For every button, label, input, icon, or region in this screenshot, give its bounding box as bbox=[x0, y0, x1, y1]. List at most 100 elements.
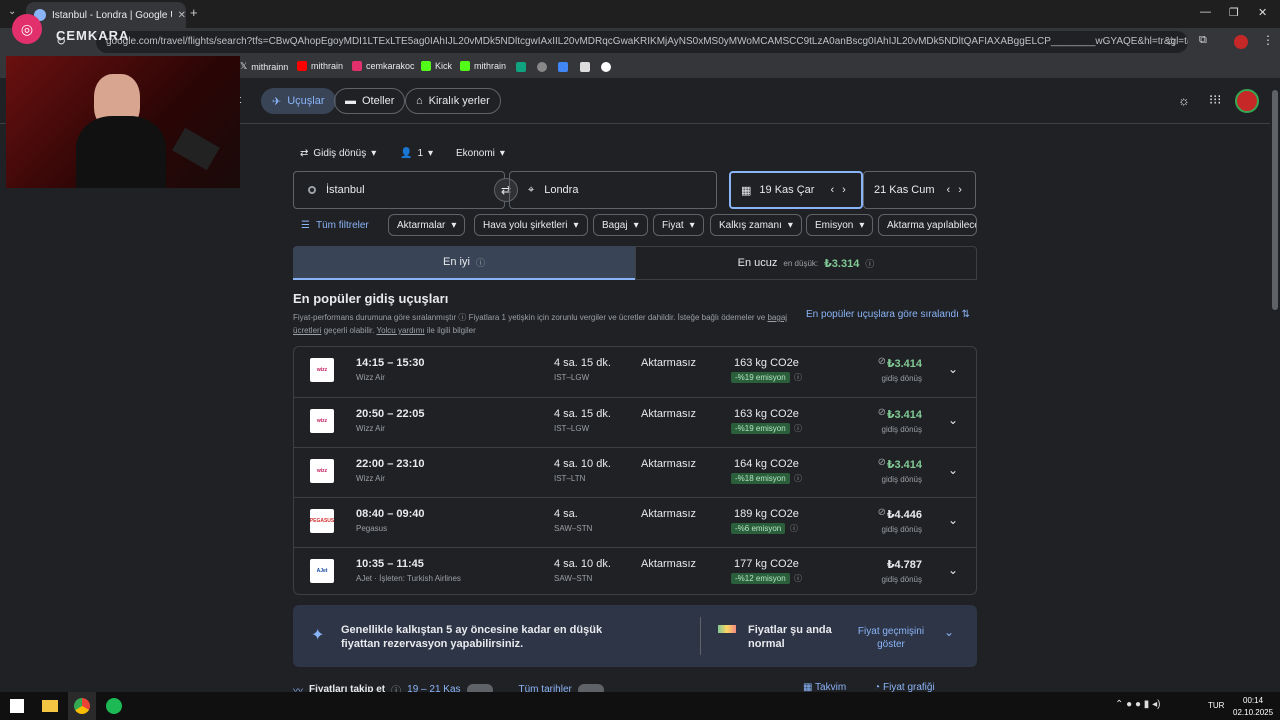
flight-row[interactable]: wizz 14:15 – 15:30 Wizz Air 4 sa. 15 dk.… bbox=[294, 347, 976, 397]
filter-chip-stops[interactable]: Aktarmalar ▾ bbox=[388, 214, 466, 236]
note-text: Fiyat-performans durumuna göre sıralanmı… bbox=[293, 313, 457, 322]
tab-rentals[interactable]: ⌂ Kiralık yerler bbox=[405, 88, 501, 114]
info-icon[interactable]: ⓘ bbox=[794, 573, 802, 584]
gemini-bookmark-icon[interactable] bbox=[558, 62, 568, 72]
page-scrollbar[interactable] bbox=[1272, 90, 1278, 310]
url-text: google.com/travel/flights/search?tfs=CBw… bbox=[106, 36, 1188, 47]
minimize-icon[interactable]: — bbox=[1200, 6, 1211, 18]
flight-row[interactable]: wizz 22:00 – 23:10 Wizz Air 4 sa. 10 dk.… bbox=[294, 447, 976, 497]
info-icon[interactable]: ⓘ bbox=[794, 423, 802, 434]
passenger-help-link[interactable]: Yolcu yardımı bbox=[376, 326, 424, 335]
cabin-select[interactable]: Ekonomi ▾ bbox=[456, 148, 505, 159]
account-avatar[interactable] bbox=[1235, 89, 1259, 113]
extensions-icon[interactable]: ⧉ bbox=[1199, 34, 1207, 47]
bookmark-label: cemkarakoc bbox=[366, 61, 415, 71]
google-bookmark-icon[interactable] bbox=[601, 62, 611, 72]
expand-chevron-icon[interactable]: ⌄ bbox=[948, 413, 958, 427]
info-icon[interactable]: ⓘ bbox=[794, 473, 802, 484]
info-icon[interactable]: ⓘ bbox=[458, 313, 466, 322]
bookmark-instagram-cemkarakoc[interactable]: cemkarakoc bbox=[352, 61, 415, 71]
chip-label: Hava yolu şirketleri bbox=[483, 219, 568, 231]
expand-chevron-icon[interactable]: ⌄ bbox=[944, 625, 954, 639]
file-explorer-icon[interactable] bbox=[42, 700, 58, 712]
flight-stops: Aktarmasız bbox=[641, 558, 697, 570]
origin-field[interactable]: İstanbul bbox=[293, 171, 505, 209]
info-icon[interactable]: ⓘ bbox=[865, 257, 874, 270]
profile-avatar[interactable] bbox=[1234, 35, 1248, 49]
filter-chip-airlines[interactable]: Hava yolu şirketleri ▾ bbox=[474, 214, 588, 236]
bookmark-star-icon[interactable]: ☆ bbox=[1166, 34, 1177, 48]
flight-row[interactable]: wizz 20:50 – 22:05 Wizz Air 4 sa. 15 dk.… bbox=[294, 397, 976, 447]
theme-sun-icon[interactable]: ☼ bbox=[1178, 93, 1190, 108]
tab-hotels[interactable]: ▬ Oteller bbox=[334, 88, 406, 114]
expand-chevron-icon[interactable]: ⌄ bbox=[948, 362, 958, 376]
tray-icons[interactable]: ⌃ ● ● ▮ ◂) bbox=[1115, 699, 1160, 710]
sort-tab-cheapest[interactable]: En ucuz en düşük: ₺3.314 ⓘ bbox=[635, 246, 977, 280]
next-date-icon[interactable]: › bbox=[958, 184, 962, 196]
price-history-link[interactable]: Fiyat geçmişini göster bbox=[853, 625, 929, 651]
location-pin-icon: ⌖ bbox=[528, 183, 535, 196]
address-bar[interactable]: google.com/travel/flights/search?tfs=CBw… bbox=[96, 31, 1188, 53]
browser-toolbar: ↻ google.com/travel/flights/search?tfs=C… bbox=[0, 28, 1280, 56]
trip-type-select[interactable]: ⇄ Gidiş dönüş ▾ bbox=[300, 148, 376, 159]
tab-flights[interactable]: ✈ Uçuşlar bbox=[261, 88, 336, 114]
filter-chip-times[interactable]: Kalkış zamanı ▾ bbox=[710, 214, 802, 236]
apps-grid-icon[interactable]: ⁝⁝⁝ bbox=[1209, 92, 1221, 108]
chatgpt-bookmark-icon[interactable] bbox=[516, 62, 526, 72]
expand-chevron-icon[interactable]: ⌄ bbox=[948, 513, 958, 527]
info-icon[interactable]: ⓘ bbox=[794, 372, 802, 383]
return-date-field[interactable]: 21 Kas Cum ‹ › bbox=[863, 171, 976, 209]
restore-icon[interactable]: ❐ bbox=[1229, 6, 1239, 19]
new-tab-icon[interactable]: + bbox=[190, 5, 198, 20]
next-date-icon[interactable]: › bbox=[842, 184, 846, 196]
dropdown-arrow-icon: ▾ bbox=[499, 148, 505, 159]
tab-search-icon[interactable]: ⌄ bbox=[8, 6, 16, 17]
tab-title: İstanbul - Londra | Google Uçuş bbox=[52, 9, 172, 21]
filter-chip-price[interactable]: Fiyat ▾ bbox=[653, 214, 704, 236]
language-indicator[interactable]: TUR bbox=[1208, 701, 1224, 710]
windows-start-icon[interactable] bbox=[10, 699, 24, 713]
prev-date-icon[interactable]: ‹ bbox=[947, 184, 951, 196]
browser-tab[interactable]: İstanbul - Londra | Google Uçuş ✕ bbox=[26, 2, 186, 28]
clock-time[interactable]: 00:14 bbox=[1243, 696, 1263, 705]
dropdown-arrow-icon: ▾ bbox=[371, 148, 377, 159]
clock-date[interactable]: 02.10.2025 bbox=[1233, 708, 1273, 717]
bookmark-x-mithrainn[interactable]: 𝕏 mithrainn bbox=[240, 61, 288, 72]
expand-chevron-icon[interactable]: ⌄ bbox=[948, 463, 958, 477]
flight-times: 10:35 – 11:45 bbox=[356, 558, 424, 570]
bookmark-kick-mithrain[interactable]: mithrain bbox=[460, 61, 506, 71]
page-bookmark-icon[interactable] bbox=[580, 62, 590, 72]
flight-price: ₺4.787 bbox=[886, 559, 922, 571]
info-icon[interactable]: ⓘ bbox=[476, 256, 485, 269]
prev-date-icon[interactable]: ‹ bbox=[830, 184, 834, 196]
chip-label: Emisyon bbox=[815, 219, 854, 231]
spotify-taskbar-icon[interactable] bbox=[106, 698, 122, 714]
dropdown-arrow-icon: ▾ bbox=[787, 219, 793, 231]
bookmark-label: mithrainn bbox=[251, 61, 289, 72]
menu-kebab-icon[interactable]: ⋮ bbox=[1262, 33, 1274, 47]
flight-row[interactable]: PEGASUS 08:40 – 09:40 Pegasus 4 sa. SAW–… bbox=[294, 497, 976, 547]
filter-chip-connecting[interactable]: Aktarma yapılabilece bbox=[878, 214, 977, 236]
destination-field[interactable]: ⌖ Londra bbox=[509, 171, 717, 209]
filter-chip-emissions[interactable]: Emisyon ▾ bbox=[806, 214, 874, 236]
flight-row[interactable]: AJet 10:35 – 11:45 AJet · İşleten: Turki… bbox=[294, 547, 976, 597]
chrome-taskbar-icon[interactable] bbox=[74, 698, 90, 714]
info-icon[interactable]: ⓘ bbox=[790, 523, 798, 534]
airline-logo: wizz bbox=[310, 459, 334, 483]
window-close-icon[interactable]: ✕ bbox=[1258, 6, 1267, 19]
passenger-select[interactable]: 👤 1 ▾ bbox=[400, 148, 433, 159]
flight-duration: 4 sa. 15 dk. bbox=[554, 408, 611, 420]
all-filters-button[interactable]: ☰ Tüm filtreler bbox=[293, 214, 377, 236]
openai-bookmark-icon[interactable] bbox=[537, 62, 547, 72]
bookmark-kick[interactable]: Kick bbox=[421, 61, 452, 71]
sparkle-icon: ✦ bbox=[311, 627, 325, 644]
bookmark-youtube-mithrain[interactable]: mithrain bbox=[297, 61, 343, 71]
depart-date-field[interactable]: ▦ 19 Kas Çar ‹ › bbox=[729, 171, 863, 209]
sort-best-label: En iyi bbox=[443, 256, 470, 268]
sort-order-button[interactable]: En popüler uçuşlara göre sıralandı ⇅ bbox=[806, 309, 970, 320]
sort-tab-best[interactable]: En iyi ⓘ bbox=[293, 246, 635, 280]
filter-chip-bags[interactable]: Bagaj ▾ bbox=[593, 214, 648, 236]
close-tab-icon[interactable]: ✕ bbox=[178, 10, 186, 21]
flight-co2: 163 kg CO2e bbox=[734, 357, 799, 369]
expand-chevron-icon[interactable]: ⌄ bbox=[948, 563, 958, 577]
